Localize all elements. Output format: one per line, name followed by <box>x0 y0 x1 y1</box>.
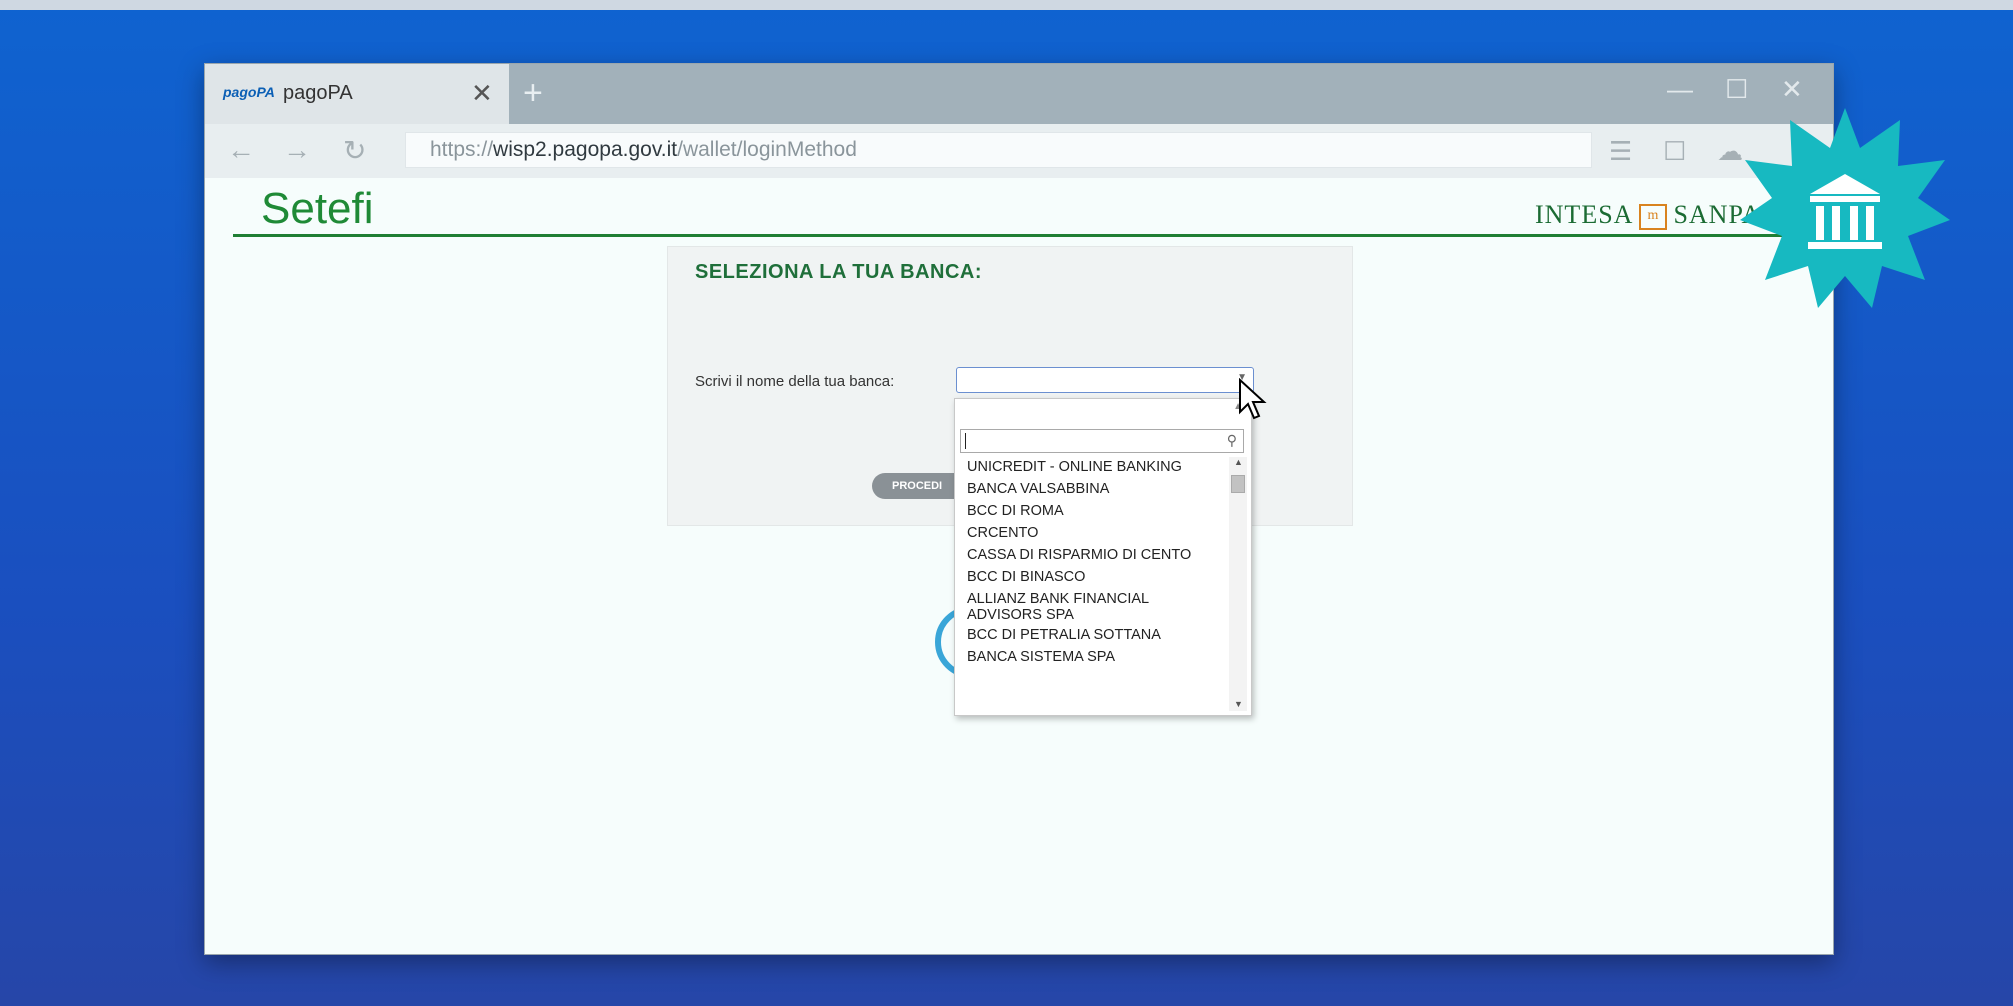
starburst-shape <box>1740 108 1950 308</box>
reading-view-icon[interactable]: ☰ <box>1609 136 1632 167</box>
bank-list: UNICREDIT - ONLINE BANKING BANCA VALSABB… <box>955 457 1229 669</box>
pagopa-logo-icon: pagoPA <box>223 84 275 100</box>
bank-option[interactable]: BANCA VALSABBINA <box>955 479 1229 501</box>
bank-badge <box>1740 108 1950 308</box>
bank-name-label: Scrivi il nome della tua banca: <box>695 373 895 390</box>
bank-dropdown: ▲ ⚲ UNICREDIT - ONLINE BANKING BANCA VAL… <box>954 398 1252 716</box>
favorite-icon[interactable]: ☐ <box>1663 136 1686 167</box>
scroll-up-icon[interactable]: ▲ <box>1234 457 1243 467</box>
back-arrow-icon[interactable]: ← <box>227 134 255 166</box>
bank-search-input[interactable]: ⚲ <box>960 429 1244 453</box>
intesa-sanpaolo-logo: INTESA m SANPA <box>1535 200 1762 231</box>
maximize-icon[interactable]: ☐ <box>1725 74 1748 105</box>
tab-pagopa[interactable]: pagoPA pagoPA ✕ <box>205 64 509 124</box>
panel-title: SELEZIONA LA TUA BANCA: <box>695 261 983 283</box>
bank-option[interactable]: BANCA SISTEMA SPA <box>955 647 1229 669</box>
header-divider <box>233 234 1797 237</box>
scroll-down-icon[interactable]: ▼ <box>1234 699 1243 709</box>
mouse-cursor-icon <box>1239 378 1267 420</box>
refresh-icon[interactable]: ↻ <box>343 134 366 167</box>
search-icon: ⚲ <box>1226 432 1237 448</box>
forward-arrow-icon[interactable]: → <box>283 134 311 166</box>
bank-option[interactable]: CRCENTO <box>955 523 1229 545</box>
url-text: https://wisp2.pagopa.gov.it/wallet/login… <box>430 138 857 161</box>
new-tab-icon[interactable]: + <box>523 74 543 113</box>
address-bar: ← → ↻ https://wisp2.pagopa.gov.it/wallet… <box>205 124 1833 178</box>
close-window-icon[interactable]: ✕ <box>1781 74 1803 105</box>
top-strip <box>0 0 2013 10</box>
dropdown-scrollbar[interactable]: ▲ ▼ <box>1229 457 1247 711</box>
scrollbar-thumb[interactable] <box>1231 475 1245 493</box>
bank-option[interactable]: BCC DI ROMA <box>955 501 1229 523</box>
bank-select[interactable]: ▼ <box>956 367 1254 393</box>
setefi-logo: Setefi <box>261 184 374 233</box>
bank-option[interactable]: CASSA DI RISPARMIO DI CENTO <box>955 545 1229 567</box>
url-field[interactable]: https://wisp2.pagopa.gov.it/wallet/login… <box>405 132 1592 168</box>
text-caret <box>965 433 966 449</box>
bank-option[interactable]: BCC DI BINASCO <box>955 567 1229 589</box>
minimize-icon[interactable]: — <box>1667 74 1693 105</box>
tab-title: pagoPA <box>283 82 353 104</box>
bank-option[interactable]: BCC DI PETRALIA SOTTANA <box>955 625 1229 647</box>
tab-bar: pagoPA pagoPA ✕ + — ☐ ✕ <box>205 64 1833 124</box>
bank-option[interactable]: UNICREDIT - ONLINE BANKING <box>955 457 1229 479</box>
bank-option[interactable]: ALLIANZ BANK FINANCIAL ADVISORS SPA <box>955 589 1229 625</box>
close-tab-icon[interactable]: ✕ <box>471 78 493 109</box>
